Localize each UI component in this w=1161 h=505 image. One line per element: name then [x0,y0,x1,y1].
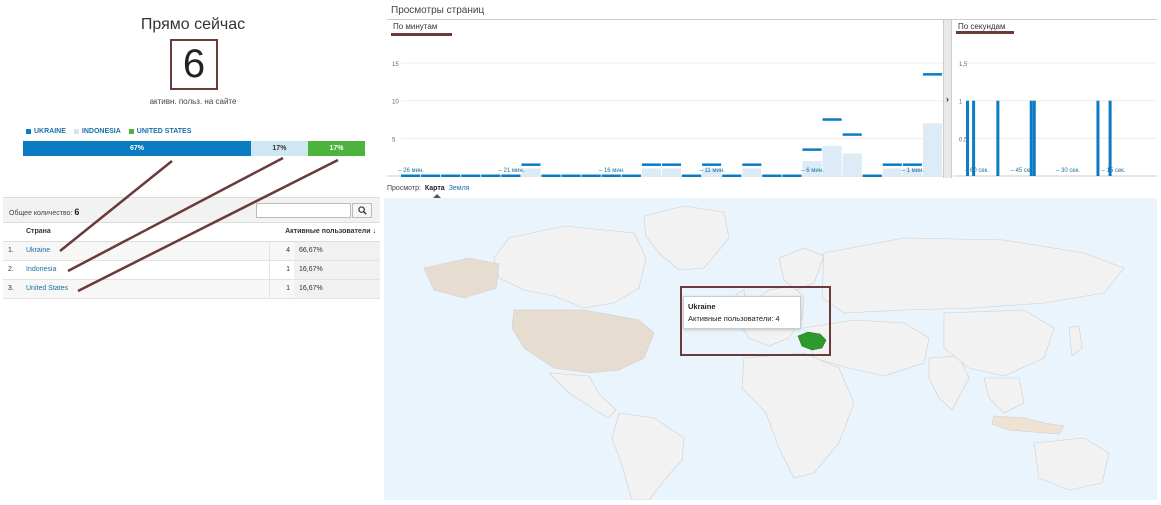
bar [541,174,561,177]
map-region-scandinavia [778,247,825,291]
y-tick-label: 1,5 [959,62,968,68]
map-region-indonesia [991,415,1065,435]
annotation-line-united-states [77,158,339,293]
bar [641,163,661,166]
pageviews-top-border [387,19,1157,20]
view-label: Просмотр: [387,185,421,192]
bar-fill [882,168,902,176]
bar [762,174,782,177]
y-tick-label: 1 [959,100,963,106]
x-tick-label: – 21 мин. [499,168,525,174]
bar-fill [641,168,661,176]
bar [782,174,802,177]
bar [581,174,601,177]
bar [1029,100,1033,176]
bar [501,174,521,177]
bar [702,163,722,166]
map-region-mexico [548,372,617,419]
bar [822,118,842,121]
annotation-lines [59,156,339,293]
x-tick-label: – 6 мин. [801,168,824,174]
x-tick-label: – 15 сек. [1102,168,1126,174]
bar [742,163,762,166]
map-region-united-states [511,309,655,374]
annotation-line-ukraine [59,160,173,252]
bar-fill [922,123,942,176]
bar [842,133,862,136]
tab-underline-seconds [956,31,1014,34]
map-region-greenland [643,205,730,271]
bar [1096,100,1100,176]
pageviews-minute-chart: 15 10 5 – 26 мин. – 21 мин. – 16 мин. – 11 мин… [387,62,943,177]
tab-underline-minutes [391,33,452,36]
bar [902,163,922,166]
y-tick-label: 5 [392,137,396,143]
x-tick-label: – 16 мин. [599,168,625,174]
annotation-line-indonesia [67,156,284,273]
map-region-south-america [611,412,685,500]
map-region-alaska [423,257,500,299]
bar-fill [742,168,762,176]
bar [682,174,702,177]
chart-pane-toggle[interactable]: › [943,20,952,178]
x-tick-label: – 11 мин. [699,168,725,174]
bar [481,174,501,177]
tab-per-second[interactable]: По секундам [958,22,1006,31]
map-region-canada [493,225,647,309]
map-region-japan [1068,325,1083,357]
y-tick-label: 15 [392,62,399,68]
x-tick-label: – 60 сек. [965,168,989,174]
bar [996,100,1000,176]
bar [802,148,822,151]
map-region-russia [821,237,1125,314]
bar [722,174,742,177]
bar [561,174,581,177]
bar-fill [842,153,862,176]
map-region-southeast-asia [983,377,1025,414]
bar [661,163,682,166]
pageviews-title: Просмотры страниц [391,5,485,16]
bar-fill [661,168,682,176]
x-tick-label: – 30 сек. [1056,168,1080,174]
map-region-india [928,355,970,411]
view-switch: Просмотр: Карта Земля [387,185,470,192]
x-tick-label: – 45 сек. [1011,168,1035,174]
bar [521,163,541,166]
map-region-africa [741,352,855,479]
realtime-overview: Прямо сейчас 6 активн. польз. на сайте U… [0,0,1161,505]
x-tick-label: – 1 мин. [902,168,925,174]
bar [1032,100,1036,176]
bar [972,100,976,176]
bar [621,174,641,177]
bar [862,174,882,177]
bar [441,174,461,177]
tab-per-minute[interactable]: По минутам [393,22,437,31]
y-tick-label: 10 [392,100,399,106]
bar [882,163,902,166]
bar [966,100,970,176]
bar [922,73,942,76]
map-region-australia [1033,437,1110,491]
view-option-earth[interactable]: Земля [449,185,470,192]
bar [601,174,621,177]
pageviews-second-chart: 1,510,5– 60 сек. – 45 сек. – 30 сек. – 15 с… [953,62,1157,177]
tooltip-highlight-frame [680,286,831,356]
bar [461,174,481,177]
view-option-map[interactable]: Карта [425,185,445,192]
bar [1108,100,1112,176]
bar [421,174,441,177]
x-tick-label: – 26 мин. [398,168,424,174]
bar-fill [822,145,842,176]
bar [401,174,421,177]
